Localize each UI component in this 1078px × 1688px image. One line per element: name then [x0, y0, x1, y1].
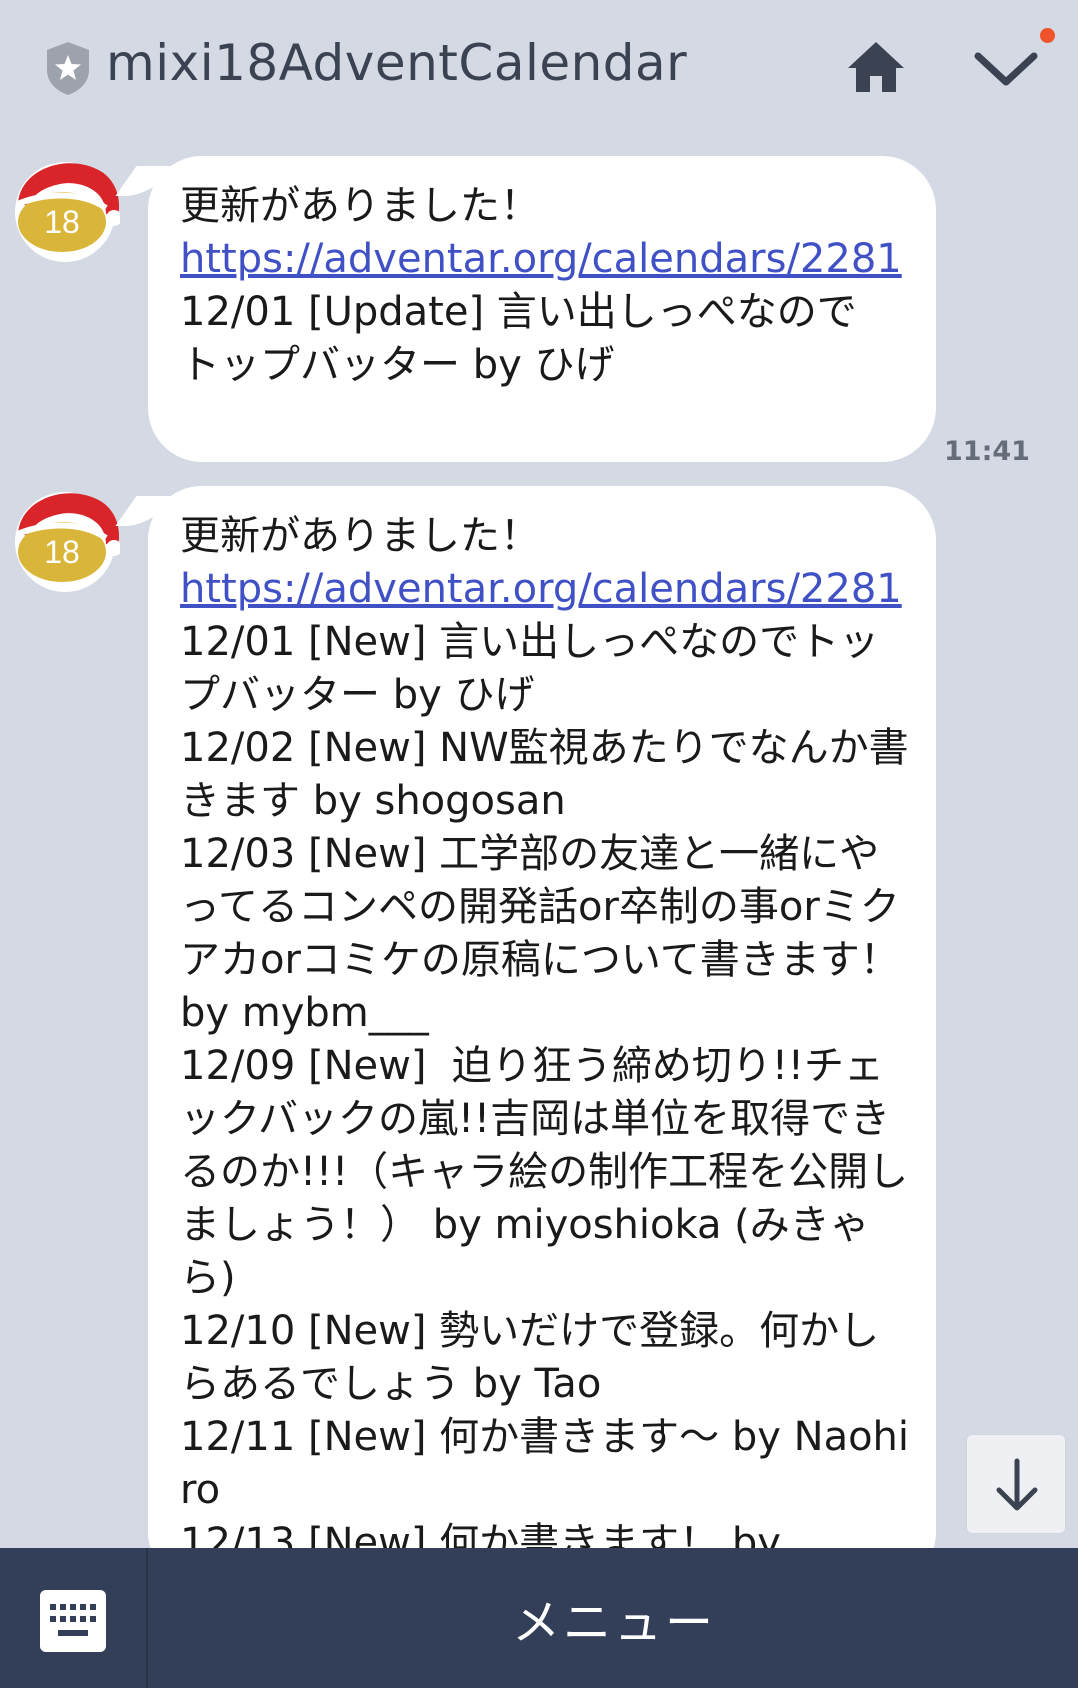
message-link[interactable]: https://adventar.org/calendars/2281 [180, 563, 912, 616]
message-bubble[interactable]: 更新がありました！ https://adventar.org/calendars… [148, 486, 936, 1548]
menu-button[interactable]: メニュー [150, 1548, 1078, 1688]
message-heading: 更新がありました！ [180, 513, 540, 559]
keyboard-icon [40, 1590, 106, 1652]
home-icon[interactable] [844, 34, 908, 98]
avatar[interactable]: 18 [10, 154, 120, 264]
chat-header: mixi18AdventCalendar [0, 0, 1078, 135]
message-heading: 更新がありました！ [180, 183, 540, 229]
footer-bar: メニュー [0, 1548, 1078, 1688]
chat-title[interactable]: mixi18AdventCalendar [106, 34, 687, 92]
message-item: 18 更新がありました！ https://adventar.org/calend… [0, 480, 1078, 1548]
message-bubble[interactable]: 更新がありました！ https://adventar.org/calendars… [148, 156, 936, 462]
message-body: 12/01 [Update] 言い出しっぺなので トップバッター by ひげ [180, 289, 857, 388]
message-body: 12/01 [New] 言い出しっぺなのでトップバッター by ひげ 12/02… [180, 619, 910, 1548]
message-time: 11:41 [944, 436, 1030, 467]
avatar[interactable]: 18 [10, 484, 120, 594]
notification-dot [1040, 28, 1055, 43]
chevron-down-icon[interactable] [972, 38, 1040, 98]
message-item: 18 更新がありました！ https://adventar.org/calend… [0, 150, 1078, 470]
star-shield-icon [47, 42, 89, 95]
scroll-to-bottom-button[interactable] [966, 1434, 1066, 1534]
keyboard-button[interactable] [0, 1548, 148, 1688]
svg-text:18: 18 [44, 534, 80, 570]
message-link[interactable]: https://adventar.org/calendars/2281 [180, 233, 912, 286]
arrow-down-icon [996, 1458, 1038, 1511]
svg-text:18: 18 [44, 204, 80, 240]
